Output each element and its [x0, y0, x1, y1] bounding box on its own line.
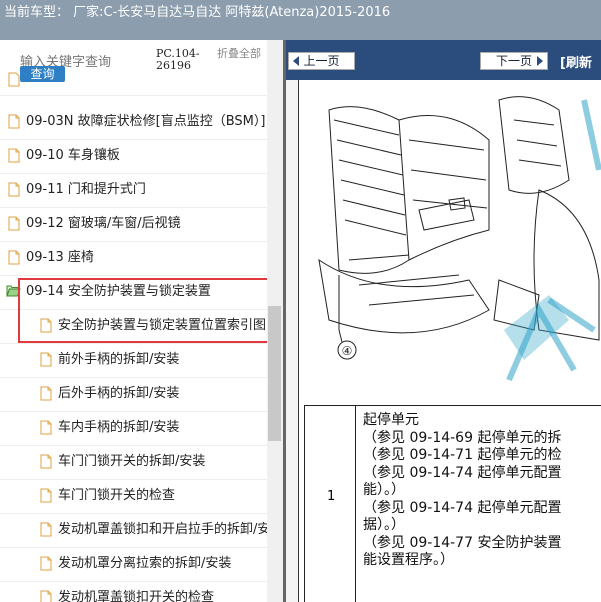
tree-item-label: 09-11 门和提升式门 — [26, 182, 146, 197]
tree-item-partial[interactable] — [0, 70, 267, 96]
row-number: 1 — [327, 489, 336, 504]
document-icon — [8, 114, 20, 129]
document-icon — [40, 488, 52, 503]
row-line: 起停单元 — [363, 412, 419, 428]
collapse-all-button[interactable]: 折叠全部 — [217, 48, 261, 60]
manual-page: ④ 1 起停单元 （参见 09-14-69 起停单元的拆 （参见 09-14-7… — [298, 80, 601, 602]
right-arrow-icon — [537, 56, 543, 66]
next-page-label: 下一页 — [495, 54, 532, 68]
row-description: 起停单元 （参见 09-14-69 起停单元的拆 （参见 09-14-71 起停… — [363, 412, 561, 570]
tree-item-label: 发动机罩盖锁扣和开启拉手的拆卸/安 — [58, 522, 271, 537]
tree-item[interactable]: 车内手柄的拆卸/安装 — [0, 412, 267, 446]
document-icon — [40, 386, 52, 401]
left-arrow-icon — [293, 56, 299, 66]
row-line: 能设置程序。） — [363, 552, 454, 568]
document-icon — [8, 148, 20, 163]
row-number-cell: 1 — [305, 406, 356, 602]
tree-item[interactable]: 发动机罩盖锁扣开关的检查 — [0, 582, 267, 602]
row-line: （参见 09-14-77 安全防护装置 — [363, 534, 562, 551]
prev-page-label: 上一页 — [303, 54, 340, 68]
row-line: 据）。） — [363, 517, 405, 533]
vehicle-title: 当前车型： 厂家:C-长安马自达马自达 阿特兹(Atenza)2015-2016 — [4, 5, 391, 20]
prev-page-button[interactable]: 上一页 — [288, 52, 355, 70]
tree-item[interactable]: 09-13 座椅 — [0, 242, 267, 276]
tree-item-label: 发动机罩分离拉索的拆卸/安装 — [58, 556, 232, 571]
parts-table: 1 起停单元 （参见 09-14-69 起停单元的拆 （参见 09-14-71 … — [304, 405, 601, 602]
document-icon — [8, 250, 20, 265]
row-line: （参见 09-14-71 起停单元的检 — [363, 447, 562, 463]
tree-item-label: 09-10 车身镶板 — [26, 148, 120, 163]
tree-item[interactable]: 09-10 车身镶板 — [0, 140, 267, 174]
tree-item[interactable]: 发动机罩分离拉索的拆卸/安装 — [0, 548, 267, 582]
tree-item-label: 前外手柄的拆卸/安装 — [58, 352, 180, 367]
tree-item-label: 车门门锁开关的拆卸/安装 — [58, 454, 206, 469]
document-icon — [8, 182, 20, 197]
tree-item[interactable]: 09-11 门和提升式门 — [0, 174, 267, 208]
tree-item-label: 09-13 座椅 — [26, 250, 94, 265]
document-icon — [40, 352, 52, 367]
tree-item-label: 车内手柄的拆卸/安装 — [58, 420, 180, 435]
document-icon — [40, 420, 52, 435]
row-line: （参见 09-14-74 起停单元配置 — [363, 499, 562, 516]
document-viewer: 上一页 下一页 [刷新 ④ 1 起停单元 （参见 09-14-69 起停单元的拆… — [286, 40, 601, 602]
document-icon — [40, 556, 52, 571]
scrollbar-thumb[interactable] — [268, 306, 281, 441]
interior-illustration: ④ — [318, 96, 601, 382]
row-line: （参见 09-14-69 起停单元的拆 — [363, 429, 562, 446]
tree-item-label: 发动机罩盖锁扣开关的检查 — [58, 590, 215, 602]
tree-item[interactable]: 前外手柄的拆卸/安装 — [0, 344, 267, 378]
document-icon — [40, 522, 52, 537]
next-page-button[interactable]: 下一页 — [480, 52, 548, 70]
document-icon — [40, 454, 52, 469]
tree-item-label: 后外手柄的拆卸/安装 — [58, 386, 180, 401]
document-icon — [8, 216, 20, 231]
tree-item[interactable]: 09-12 窗玻璃/车窗/后视镜 — [0, 208, 267, 242]
document-icon — [8, 72, 20, 87]
tree-item-label: 09-12 窗玻璃/车窗/后视镜 — [26, 216, 181, 231]
row-line: 能）。） — [363, 482, 405, 498]
tree-item[interactable]: 发动机罩盖锁扣和开启拉手的拆卸/安 — [0, 514, 271, 548]
tree-item-label: 09-03N 故障症状检修[盲点监控（BSM）] — [26, 114, 266, 129]
tree-item[interactable]: 09-03N 故障症状检修[盲点监控（BSM）] — [0, 106, 267, 140]
left-panel: 查询 PC.104-26196 折叠全部 09-03N 故障症状检修[盲点监控（… — [0, 40, 283, 602]
callout-number: ④ — [342, 344, 353, 358]
tree-item-label: 车门门锁开关的检查 — [58, 488, 176, 503]
document-icon — [40, 590, 52, 602]
tree-item[interactable]: 车门门锁开关的检查 — [0, 480, 267, 514]
viewer-nav-bar: 上一页 下一页 [刷新 — [286, 40, 601, 80]
manual-code: PC.104-26196 — [156, 47, 200, 72]
highlight-box — [18, 278, 272, 343]
row-line: （参见 09-14-74 起停单元配置 — [363, 464, 562, 481]
tree-item[interactable]: 车门门锁开关的拆卸/安装 — [0, 446, 267, 480]
top-bar: 当前车型： 厂家:C-长安马自达马自达 阿特兹(Atenza)2015-2016 — [0, 0, 601, 40]
tree-item[interactable]: 后外手柄的拆卸/安装 — [0, 378, 267, 412]
refresh-link[interactable]: [刷新 — [560, 52, 592, 71]
